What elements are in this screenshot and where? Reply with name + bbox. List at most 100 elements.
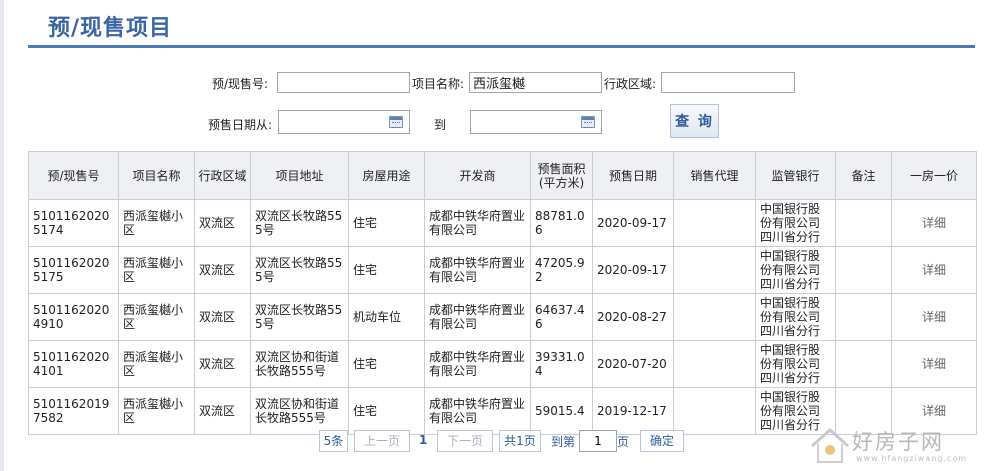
cell-presale-no: 51011620205175 xyxy=(28,246,119,294)
goto-label: 到第 xyxy=(551,435,576,449)
cell-developer: 成都中铁华府置业有限公司 xyxy=(424,199,531,247)
table-header-row: 预/现售号 项目名称 行政区域 项目地址 房屋用途 开发商 预售面积 (平方米)… xyxy=(28,151,977,200)
col-district: 行政区域 xyxy=(194,151,251,200)
cell-district: 双流区 xyxy=(194,199,251,247)
cell-bank: 中国银行股份有限公司四川省分行 xyxy=(755,340,836,388)
cell-presale-no: 51011620204101 xyxy=(28,340,119,388)
cell-developer: 成都中铁华府置业有限公司 xyxy=(424,340,531,388)
cell-project-name: 西派玺樾小区 xyxy=(118,246,195,294)
cell-price: 详细 xyxy=(891,246,977,294)
cell-address: 双流区协和街道长牧路555号 xyxy=(250,340,349,388)
left-edge xyxy=(0,0,4,471)
date-to-label: 到 xyxy=(434,118,447,132)
col-date: 预售日期 xyxy=(592,151,674,200)
project-name-input[interactable] xyxy=(469,72,602,93)
calendar-icon[interactable] xyxy=(581,116,595,128)
cell-date: 2020-09-17 xyxy=(592,199,674,247)
cell-remark xyxy=(835,340,892,388)
cell-address: 双流区长牧路555号 xyxy=(250,199,349,247)
cell-presale-no: 51011620197582 xyxy=(28,387,119,435)
house-logo-icon xyxy=(811,427,849,463)
district-input[interactable] xyxy=(661,72,795,93)
results-table: 预/现售号 项目名称 行政区域 项目地址 房屋用途 开发商 预售面积 (平方米)… xyxy=(28,151,977,435)
page-title: 预/现售项目 xyxy=(48,16,173,41)
cell-agent xyxy=(673,199,756,247)
col-address: 项目地址 xyxy=(250,151,349,200)
cell-district: 双流区 xyxy=(194,340,251,388)
cell-usage: 住宅 xyxy=(348,340,425,388)
cell-usage: 住宅 xyxy=(348,387,425,435)
presale-no-label: 预/现售号: xyxy=(212,77,269,91)
cell-project-name: 西派玺樾小区 xyxy=(118,387,195,435)
watermark-text: 好房子网 xyxy=(852,430,944,454)
page-size-button[interactable]: 5条 xyxy=(319,430,348,452)
cell-presale-no: 51011620204910 xyxy=(28,293,119,341)
cell-developer: 成都中铁华府置业有限公司 xyxy=(424,293,531,341)
col-area: 预售面积 (平方米) xyxy=(530,151,593,200)
cell-usage: 机动车位 xyxy=(348,293,425,341)
table-row: 51011620204101 西派玺樾小区 双流区 双流区协和街道长牧路555号 住宅成… xyxy=(28,340,977,388)
detail-link[interactable]: 详细 xyxy=(922,404,946,418)
cell-date: 2020-09-17 xyxy=(592,246,674,294)
cell-agent xyxy=(673,246,756,294)
col-usage: 房屋用途 xyxy=(348,151,425,200)
cell-date: 2019-12-17 xyxy=(592,387,674,435)
watermark: 好房子网 www.hfangziwang.com xyxy=(808,424,978,468)
cell-price: 详细 xyxy=(891,293,977,341)
col-agent: 销售代理 xyxy=(673,151,756,200)
cell-developer: 成都中铁华府置业有限公司 xyxy=(424,387,531,435)
cell-area: 64637.46 xyxy=(530,293,593,341)
col-remark: 备注 xyxy=(835,151,892,200)
detail-link[interactable]: 详细 xyxy=(922,357,946,371)
calendar-icon[interactable] xyxy=(389,116,403,128)
cell-price: 详细 xyxy=(891,199,977,247)
page-header: 预/现售项目 xyxy=(28,0,975,48)
cell-area: 88781.06 xyxy=(530,199,593,247)
col-price: 一房一价 xyxy=(891,151,977,200)
cell-area: 47205.92 xyxy=(530,246,593,294)
cell-area: 59015.4 xyxy=(530,387,593,435)
cell-price: 详细 xyxy=(891,340,977,388)
cell-usage: 住宅 xyxy=(348,199,425,247)
query-button[interactable]: 查 询 xyxy=(670,104,719,138)
cell-agent xyxy=(673,340,756,388)
table-row: 51011620204910 西派玺樾小区 双流区 双流区长牧路555号 机动车位 成都中… xyxy=(28,293,977,341)
goto-page-input[interactable] xyxy=(579,430,617,452)
current-page: 1 xyxy=(419,433,428,447)
cell-date: 2020-08-27 xyxy=(592,293,674,341)
cell-address: 双流区长牧路555号 xyxy=(250,293,349,341)
cell-project-name: 西派玺樾小区 xyxy=(118,340,195,388)
district-label: 行政区域: xyxy=(604,77,657,91)
date-from-input[interactable] xyxy=(278,110,410,134)
col-bank: 监管银行 xyxy=(755,151,836,200)
next-page-button[interactable]: 下一页 xyxy=(437,430,493,452)
cell-agent xyxy=(673,293,756,341)
cell-district: 双流区 xyxy=(194,387,251,435)
total-pages-button[interactable]: 共1页 xyxy=(499,430,541,452)
table-row: 51011620205174 西派玺樾小区 双流区 双流区长牧路555号 住宅 成都中铁华… xyxy=(28,199,977,247)
confirm-button[interactable]: 确定 xyxy=(640,430,684,452)
cell-project-name: 西派玺樾小区 xyxy=(118,293,195,341)
cell-developer: 成都中铁华府置业有限公司 xyxy=(424,246,531,294)
cell-bank: 中国银行股份有限公司四川省分行 xyxy=(755,246,836,294)
detail-link[interactable]: 详细 xyxy=(922,216,946,230)
table-body: 51011620205174 西派玺樾小区 双流区 双流区长牧路555号 住宅 成都中铁华… xyxy=(28,199,977,435)
detail-link[interactable]: 详细 xyxy=(922,263,946,277)
cell-district: 双流区 xyxy=(194,246,251,294)
project-name-label: 项目名称: xyxy=(412,77,465,91)
prev-page-button[interactable]: 上一页 xyxy=(354,430,410,452)
presale-no-input[interactable] xyxy=(277,72,410,93)
watermark-url: www.hfangziwang.com xyxy=(856,454,968,463)
col-project-name: 项目名称 xyxy=(118,151,195,200)
cell-usage: 住宅 xyxy=(348,246,425,294)
detail-link[interactable]: 详细 xyxy=(922,310,946,324)
cell-address: 双流区长牧路555号 xyxy=(250,246,349,294)
cell-bank: 中国银行股份有限公司四川省分行 xyxy=(755,199,836,247)
col-presale-no: 预/现售号 xyxy=(28,151,119,200)
date-to-input[interactable] xyxy=(470,110,602,134)
cell-address: 双流区协和街道长牧路555号 xyxy=(250,387,349,435)
date-from-label: 预售日期从: xyxy=(208,118,273,132)
table-row: 51011620205175 西派玺樾小区 双流区 双流区长牧路555号 住宅 成都中铁华… xyxy=(28,246,977,294)
cell-remark xyxy=(835,199,892,247)
cell-area: 39331.04 xyxy=(530,340,593,388)
